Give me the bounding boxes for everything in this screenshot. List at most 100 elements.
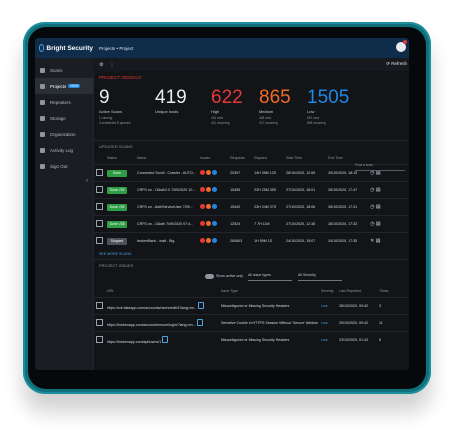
col-last-reported[interactable]: Last Reported (336, 285, 376, 298)
table-row[interactable]: Done √33 CRFS on - AuthServiceUser 7/09.… (93, 198, 409, 216)
refresh-button[interactable]: ⟳ Refresh (386, 61, 407, 67)
collapse-sidebar-icon[interactable]: ‹ (86, 178, 88, 184)
table-row[interactable]: https://brokenapp.com/api/users/1 Miscon… (93, 331, 409, 348)
document-icon[interactable]: ▤ (376, 238, 381, 244)
row-checkbox[interactable] (96, 186, 103, 193)
logo-icon (39, 44, 45, 52)
sidebar-item-storage[interactable]: Storage (35, 110, 93, 126)
menu-dots-icon[interactable]: ⋮ (109, 62, 114, 68)
row-checkbox[interactable] (96, 302, 103, 309)
sidebar-item-repeaters[interactable]: Repeaters (35, 94, 93, 110)
severity-medium-icon (206, 170, 212, 175)
sidebar-item-label: Projects (50, 83, 67, 89)
issue-last-reported: 29/10/2020, 09:42 (336, 314, 376, 332)
low-label: Low (307, 109, 315, 114)
scan-name[interactable]: CRFS on - OAuth2.0 7/09/2020 12:... (134, 181, 198, 199)
issue-url[interactable]: https://brokenapp.com/account/ensure/log… (104, 314, 218, 332)
table-row[interactable]: Done √33 CRFS on - OAuth 7/09/2020 07:4.… (93, 215, 409, 233)
row-checkbox[interactable] (96, 220, 103, 227)
col-issues[interactable]: Issues (197, 152, 227, 165)
table-row[interactable]: Stopped brokenBank - watt - Big 284603 1… (93, 232, 409, 249)
table-row[interactable]: Done √33 CRFS on - OAuth2.0 7/09/2020 12… (93, 181, 409, 199)
col-times[interactable]: Times (376, 285, 409, 298)
gear-icon[interactable]: ⚙ (99, 62, 103, 68)
scan-search-input[interactable]: Find a scan (355, 163, 405, 171)
clock-icon[interactable]: ◷ (370, 221, 374, 227)
refresh-label: Refresh (391, 61, 407, 66)
row-checkbox[interactable] (96, 336, 103, 343)
active-scans-sub1: 1 running (99, 116, 113, 120)
low-recurring: 808 recurring (307, 121, 326, 125)
active-only-toggle[interactable] (205, 274, 214, 279)
col-elapsed[interactable]: Elapsed (251, 152, 283, 165)
document-icon[interactable]: ▤ (376, 187, 381, 193)
sidebar-item-activity-log[interactable]: Activity Log (35, 142, 93, 158)
scan-elapsed: 23H 25M 35S (251, 181, 284, 199)
scan-start: 27/10/2020, 18:01 (283, 181, 326, 199)
clock-icon[interactable]: ◷ (370, 204, 374, 210)
copy-icon[interactable] (198, 302, 204, 309)
issue-type: Sensitive Cookie in HTTPS Session Withou… (218, 314, 318, 332)
severity-high-icon (200, 187, 206, 192)
row-checkbox[interactable] (96, 169, 103, 176)
scan-requests: 284603 (227, 232, 252, 249)
scan-name[interactable]: brokenBank - watt - Big (134, 232, 198, 249)
high-recurring: 411 recurring (211, 121, 230, 125)
severity-medium-icon (206, 187, 212, 192)
col-severity[interactable]: Severity (318, 285, 336, 298)
issue-severity: Low (318, 297, 336, 315)
table-row[interactable]: https://brokenapp.com/account/ensure/log… (93, 314, 409, 332)
active-scans-label: Active Scans (99, 109, 123, 114)
col-status[interactable]: Status (104, 152, 134, 165)
sidebar-item-organization[interactable]: Organization (35, 126, 93, 142)
sidebar-item-sign-out[interactable]: Sign Out (35, 158, 93, 174)
app-screen: Bright Security Scans Projects NEW Repeat… (35, 38, 409, 370)
see-more-scans-link[interactable]: SEE MORE SCANS (93, 249, 409, 259)
copy-icon[interactable] (162, 336, 169, 343)
issue-type-select[interactable]: All issue types (248, 273, 292, 281)
scan-name[interactable]: Connected Scroll - Crawler - AUTO... (134, 164, 198, 182)
scan-requests: 15442 (227, 198, 252, 216)
copy-icon[interactable] (196, 319, 203, 326)
close-icon[interactable]: ✕ (370, 238, 374, 244)
main-content: Projects • Project ⚙ ⋮ ⟳ Refresh PROJECT… (93, 38, 409, 370)
col-start[interactable]: Start Time (283, 152, 325, 165)
notification-dot-icon (403, 40, 407, 44)
document-icon[interactable]: ▤ (376, 204, 381, 210)
scan-start: 28/10/2020, 12:55 (283, 164, 326, 182)
col-url[interactable]: URL (104, 285, 218, 298)
new-badge: NEW (68, 84, 81, 88)
unique-hosts-label: Unique hosts (155, 109, 179, 114)
table-row[interactable]: https://crk.fakeapp.com/accounts/users/e… (93, 297, 409, 315)
severity-select[interactable]: All Severity (298, 273, 342, 281)
col-issue-type[interactable]: Issue Type (218, 285, 318, 298)
sidebar-item-label: Organization (50, 131, 76, 137)
high-value: 622 (211, 87, 243, 108)
severity-medium-icon (206, 221, 212, 226)
status-badge: Done √33 (107, 186, 127, 194)
col-name[interactable]: Name (134, 152, 197, 165)
scan-start: 24/10/2020, 15:07 (283, 232, 326, 249)
stat-medium: 865 Medium 448 new 417 recurring (259, 88, 291, 126)
row-checkbox[interactable] (96, 237, 103, 244)
sidebar-item-projects[interactable]: Projects NEW (35, 78, 93, 94)
sidebar-nav: Scans Projects NEW Repeaters Storage Orga… (35, 58, 93, 174)
scans-title: UPDATED SCANS (93, 140, 409, 152)
scan-name[interactable]: CRFS on - AuthServiceUser 7/09... (134, 198, 198, 216)
row-checkbox[interactable] (96, 319, 103, 326)
brand-logo[interactable]: Bright Security (35, 38, 93, 58)
col-requests[interactable]: Requests (227, 152, 251, 165)
list-icon (40, 147, 45, 153)
scan-requests: 15455 (227, 181, 252, 199)
issue-url[interactable]: https://brokenapp.com/api/users/1 (104, 331, 218, 348)
issue-url[interactable]: https://crk.fakeapp.com/accounts/users/e… (104, 297, 218, 315)
document-icon[interactable]: ▤ (376, 221, 381, 227)
scan-name[interactable]: CRFS on - OAuth 7/09/2020 07:4... (134, 215, 198, 233)
row-checkbox[interactable] (96, 203, 103, 210)
clock-icon[interactable]: ◷ (370, 187, 374, 193)
severity-low-icon (212, 170, 218, 175)
breadcrumb[interactable]: Projects • Project (99, 46, 133, 51)
sidebar-item-scans[interactable]: Scans (35, 62, 93, 78)
severity-low-icon (212, 238, 218, 243)
issues-title: PROJECT ISSUES (93, 259, 409, 271)
